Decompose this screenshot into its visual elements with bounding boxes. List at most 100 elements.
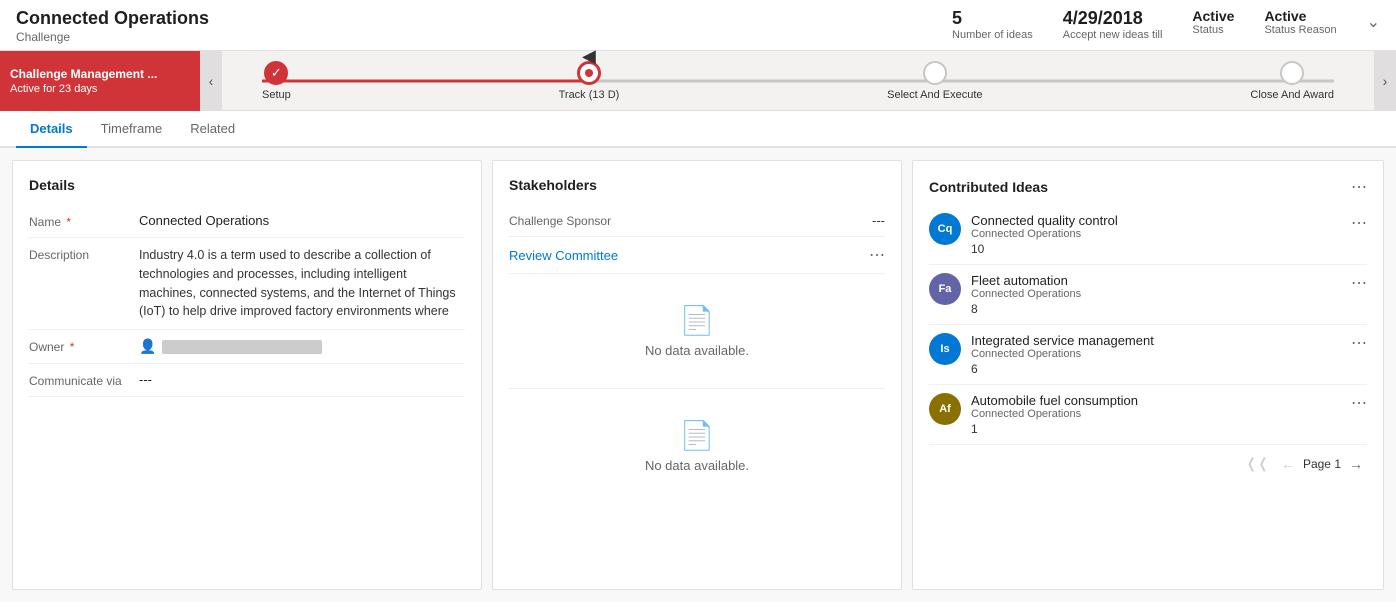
idea-org: Connected Operations <box>971 288 1341 300</box>
pagination-label: Page 1 <box>1303 457 1341 471</box>
header-right: 5 Number of ideas 4/29/2018 Accept new i… <box>952 8 1380 41</box>
idea-row: Fa Fleet automation Connected Operations… <box>929 265 1367 325</box>
field-label-description: Description <box>29 246 139 262</box>
review-committee-more-icon[interactable]: ⋯ <box>869 245 885 265</box>
step-close: Close And Award <box>1250 61 1334 101</box>
idea-more-icon[interactable]: ⋯ <box>1351 333 1367 353</box>
owner-person-icon: 👤 <box>139 338 156 355</box>
no-data-committee: 📄 No data available. <box>509 274 885 388</box>
challenge-badge-title: Challenge Management ... <box>10 67 190 81</box>
field-row-description: Description Industry 4.0 is a term used … <box>29 238 465 330</box>
step-label-setup: Setup <box>262 89 291 101</box>
tab-details[interactable]: Details <box>16 111 87 148</box>
challenge-badge-sub: Active for 23 days <box>10 83 190 95</box>
no-data-icon-1: 📄 <box>680 304 715 337</box>
nav-arrow-left[interactable]: ‹ <box>200 51 222 111</box>
pagination-prev-button[interactable]: ← <box>1277 454 1299 474</box>
field-label-communicate: Communicate via <box>29 372 139 388</box>
idea-avatar: Fa <box>929 273 961 305</box>
sponsor-row: Challenge Sponsor --- <box>509 205 885 237</box>
ideas-card: Contributed Ideas ⋯ Cq Connected quality… <box>912 160 1384 590</box>
stat-status: Active Status <box>1192 8 1234 36</box>
idea-more-icon[interactable]: ⋯ <box>1351 393 1367 413</box>
idea-name: Automobile fuel consumption <box>971 393 1341 408</box>
no-data-text-2: No data available. <box>645 458 749 473</box>
step-circle-close <box>1280 61 1304 85</box>
sponsor-label: Challenge Sponsor <box>509 214 611 228</box>
ideas-label: Number of ideas <box>952 29 1033 41</box>
idea-info: Connected quality control Connected Oper… <box>971 213 1341 256</box>
no-data-text-1: No data available. <box>645 343 749 358</box>
name-required-star: * <box>66 215 71 229</box>
field-value-name: Connected Operations <box>139 213 465 228</box>
progress-section: Challenge Management ... Active for 23 d… <box>0 51 1396 111</box>
pagination-first-button[interactable]: ❬❬ <box>1241 453 1272 474</box>
field-row-name: Name * Connected Operations <box>29 205 465 238</box>
field-value-communicate: --- <box>139 372 465 387</box>
pagination-next-button[interactable]: → <box>1345 454 1367 474</box>
idea-org: Connected Operations <box>971 348 1341 360</box>
ideas-more-icon[interactable]: ⋯ <box>1351 177 1367 197</box>
idea-name: Connected quality control <box>971 213 1341 228</box>
idea-info: Automobile fuel consumption Connected Op… <box>971 393 1341 436</box>
field-row-communicate: Communicate via --- <box>29 364 465 397</box>
no-data-section2: 📄 No data available. <box>509 388 885 503</box>
field-value-description: Industry 4.0 is a term used to describe … <box>139 246 465 321</box>
ideas-card-title: Contributed Ideas <box>929 179 1048 195</box>
details-card: Details Name * Connected Operations Desc… <box>12 160 482 590</box>
idea-count: 6 <box>971 362 1341 376</box>
stakeholders-card: Stakeholders Challenge Sponsor --- Revie… <box>492 160 902 590</box>
tabs-bar: Details Timeframe Related <box>0 111 1396 148</box>
ideas-list: Cq Connected quality control Connected O… <box>929 205 1367 445</box>
nav-arrow-right[interactable]: › <box>1374 51 1396 111</box>
stat-status-reason: Active Status Reason <box>1264 8 1336 36</box>
challenge-badge[interactable]: Challenge Management ... Active for 23 d… <box>0 51 200 111</box>
date-value: 4/29/2018 <box>1063 8 1143 29</box>
idea-avatar: Cq <box>929 213 961 245</box>
details-card-title: Details <box>29 177 465 193</box>
idea-info: Fleet automation Connected Operations 8 <box>971 273 1341 316</box>
status-label: Status <box>1192 24 1223 36</box>
idea-more-icon[interactable]: ⋯ <box>1351 213 1367 233</box>
date-label: Accept new ideas till <box>1063 29 1163 41</box>
step-label-track: Track (13 D) <box>559 89 620 101</box>
field-label-name: Name * <box>29 213 139 229</box>
status-reason-value: Active <box>1264 8 1306 24</box>
status-reason-label: Status Reason <box>1264 24 1336 36</box>
no-data-icon-2: 📄 <box>680 419 715 452</box>
idea-count: 8 <box>971 302 1341 316</box>
page-header: Connected Operations Challenge 5 Number … <box>0 0 1396 51</box>
tab-related[interactable]: Related <box>176 111 249 148</box>
idea-row: Is Integrated service management Connect… <box>929 325 1367 385</box>
idea-avatar: Af <box>929 393 961 425</box>
header-chevron-icon[interactable]: ⌄ <box>1367 12 1380 32</box>
idea-count: 1 <box>971 422 1341 436</box>
idea-avatar: Is <box>929 333 961 365</box>
step-setup: ✓ Setup <box>262 61 291 101</box>
field-row-owner: Owner * 👤 <box>29 330 465 364</box>
field-label-owner: Owner * <box>29 338 139 354</box>
step-circle-select <box>923 61 947 85</box>
page-title: Connected Operations <box>16 8 209 29</box>
step-label-select: Select And Execute <box>887 89 982 101</box>
ideas-count: 5 <box>952 8 962 29</box>
step-circle-setup: ✓ <box>264 61 288 85</box>
idea-row: Af Automobile fuel consumption Connected… <box>929 385 1367 445</box>
stat-date: 4/29/2018 Accept new ideas till <box>1063 8 1163 41</box>
step-circle-track: ◀ <box>577 61 601 85</box>
progress-track: ✓ Setup ◀ Track (13 D) Select And Execut… <box>222 51 1374 111</box>
idea-count: 10 <box>971 242 1341 256</box>
review-committee-row: Review Committee ⋯ <box>509 237 885 274</box>
idea-more-icon[interactable]: ⋯ <box>1351 273 1367 293</box>
review-committee-label: Review Committee <box>509 248 618 263</box>
owner-required-star: * <box>70 340 75 354</box>
page-subtitle: Challenge <box>16 30 209 44</box>
idea-org: Connected Operations <box>971 228 1341 240</box>
idea-info: Integrated service management Connected … <box>971 333 1341 376</box>
idea-name: Fleet automation <box>971 273 1341 288</box>
main-content: Details Name * Connected Operations Desc… <box>0 148 1396 602</box>
step-label-close: Close And Award <box>1250 89 1334 101</box>
stakeholders-card-title: Stakeholders <box>509 177 885 193</box>
sponsor-value: --- <box>872 213 885 228</box>
tab-timeframe[interactable]: Timeframe <box>87 111 177 148</box>
